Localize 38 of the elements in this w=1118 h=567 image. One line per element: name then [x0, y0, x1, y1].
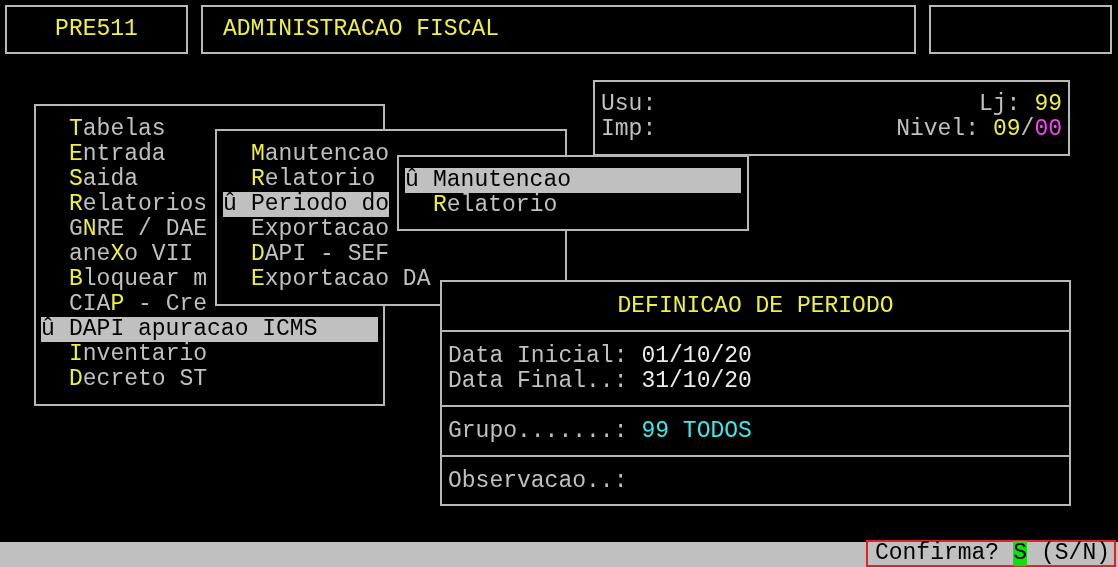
level-value: 09/00 — [992, 117, 1062, 142]
field-label: Grupo.......: — [448, 419, 628, 444]
confirm-prompt: Confirma? — [874, 541, 1000, 566]
menu-item[interactable]: Relatorio — [223, 167, 376, 192]
menu-item[interactable]: aneXo VII — [41, 242, 194, 267]
field-value: 01/10/20 — [641, 344, 752, 369]
menu-item[interactable]: û Manutencao — [405, 168, 741, 193]
menu-item[interactable]: û DAPI apuracao ICMS — [41, 317, 378, 342]
menu-item[interactable]: DAPI - SEF — [223, 242, 390, 267]
answer-field[interactable]: S — [1013, 541, 1027, 566]
user-label: Usu: — [601, 92, 657, 117]
menu-item[interactable]: Exportacao — [223, 217, 390, 242]
menu-item[interactable]: Bloquear m — [41, 267, 208, 292]
menu-item[interactable]: Relatorios — [41, 192, 208, 217]
field-value: 31/10/20 — [641, 369, 752, 394]
level-label: Nivel: — [896, 117, 979, 142]
menu-item[interactable]: Entrada — [41, 142, 166, 167]
options-hint: (S/N) — [1041, 541, 1110, 566]
field-label: Observacao..: — [448, 469, 628, 494]
menu-item[interactable]: Tabelas — [41, 117, 166, 142]
menu-item[interactable]: û Periodo do — [223, 192, 390, 217]
menu-item[interactable]: Exportacao DA — [223, 267, 431, 292]
screen-title: ADMINISTRACAO FISCAL — [223, 17, 500, 42]
dialog-title: DEFINICAO DE PERIODO — [617, 293, 894, 319]
menu-item[interactable]: GNRE / DAE — [41, 217, 208, 242]
printer-label: Imp: — [601, 117, 657, 142]
store-value: 99 — [1034, 92, 1062, 117]
field-label: Data Final..: — [448, 369, 628, 394]
menu-item[interactable]: Relatorio — [405, 193, 558, 218]
menu-item[interactable]: CIAP - Cre — [41, 292, 208, 317]
store-label: Lj: — [978, 92, 1021, 117]
menu-item[interactable]: Decreto ST — [41, 367, 208, 392]
field-value: 99 TODOS — [641, 419, 752, 444]
menu-item[interactable]: Inventario — [41, 342, 208, 367]
menu-item[interactable]: Saida — [41, 167, 139, 192]
menu-item[interactable]: Manutencao — [223, 142, 390, 167]
program-code: PRE511 — [55, 17, 138, 42]
field-label: Data Inicial: — [448, 344, 628, 369]
